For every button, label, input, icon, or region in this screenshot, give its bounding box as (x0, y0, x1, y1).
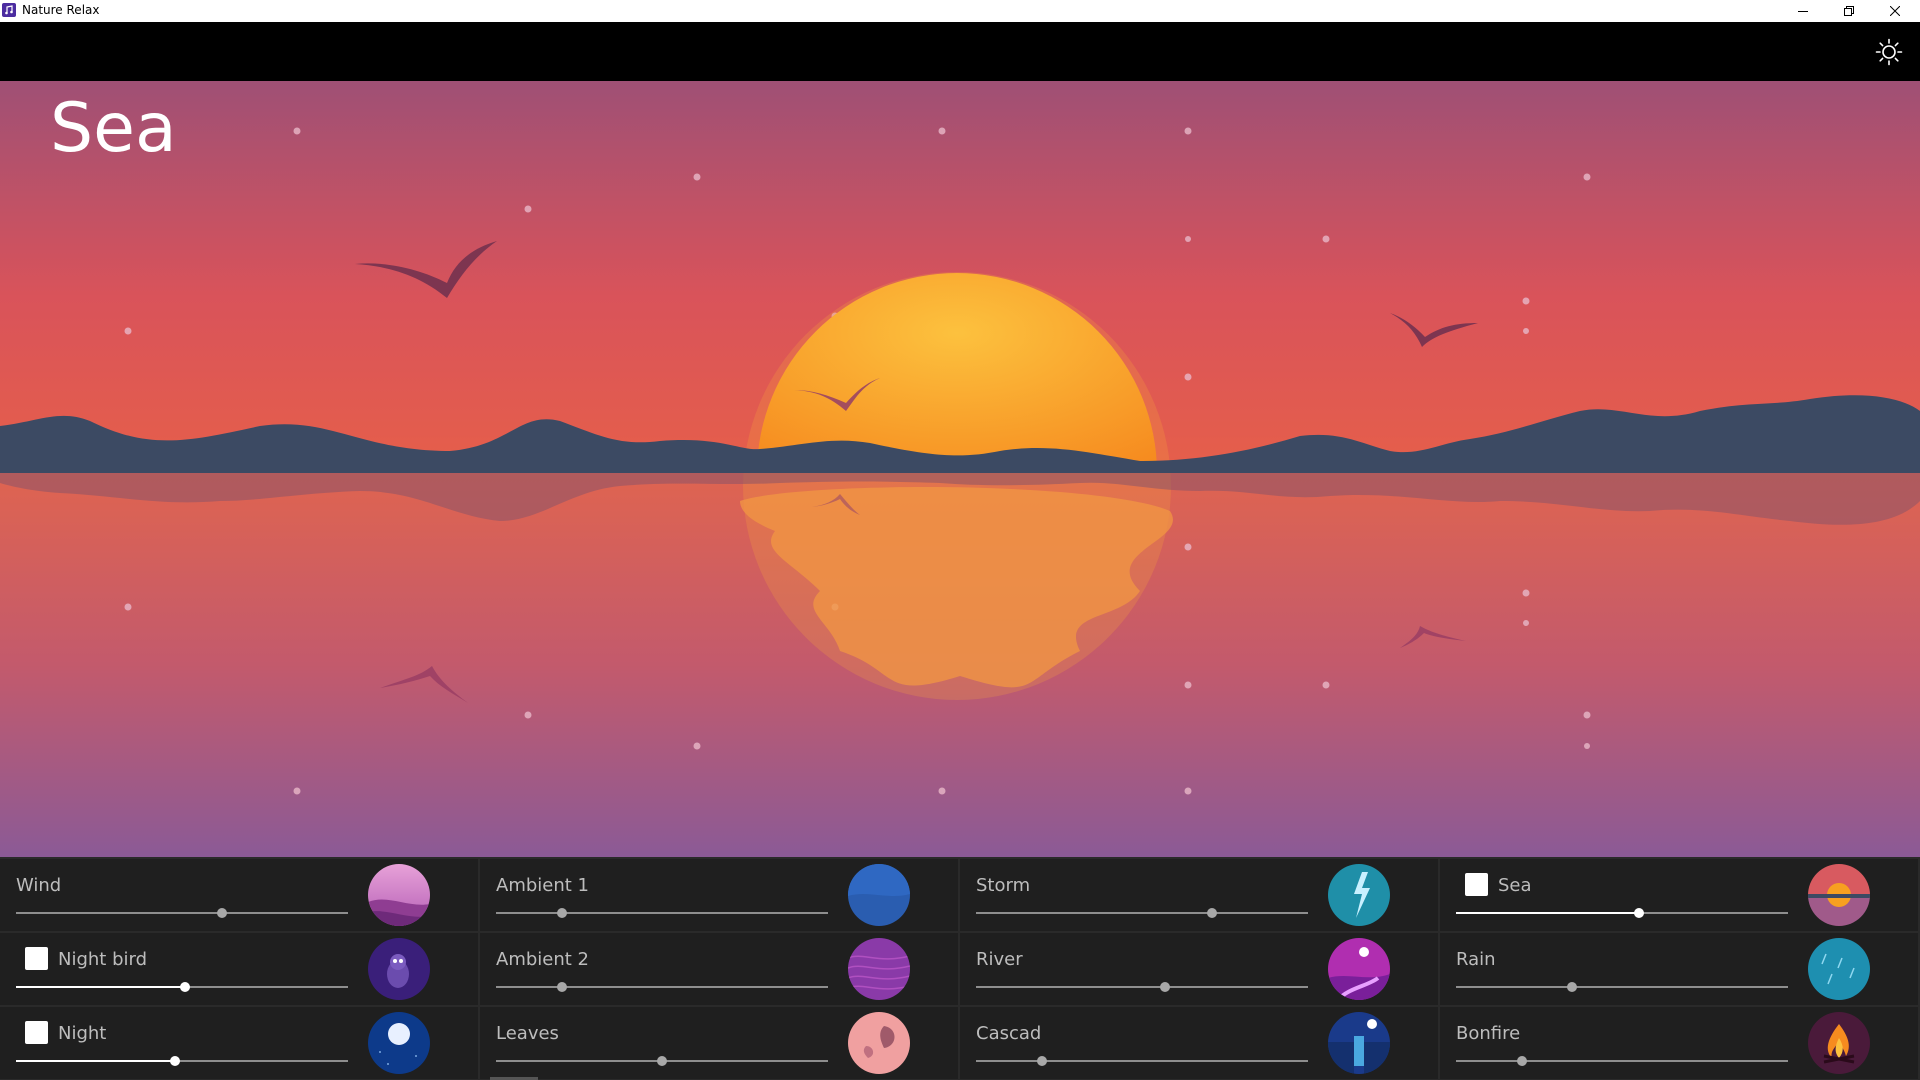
sound-mixer-panel: Wind Ambient 1 Storm Sea Night bird Ambient 2… (0, 857, 1920, 1080)
volume-slider[interactable] (1456, 982, 1788, 992)
window-title: Nature Relax (22, 3, 100, 17)
volume-slider-thumb[interactable] (657, 1056, 667, 1066)
app-icon (2, 3, 16, 17)
ambient1-thumbnail-icon[interactable] (848, 864, 910, 926)
volume-slider-thumb[interactable] (557, 982, 568, 992)
volume-slider-thumb[interactable] (170, 1056, 181, 1066)
sound-label: Wind (16, 875, 62, 896)
minimize-button[interactable] (1780, 0, 1826, 22)
sound-card-rain[interactable]: Rain (1440, 933, 1918, 1005)
volume-slider-thumb[interactable] (1633, 908, 1644, 918)
sun-icon (1875, 38, 1903, 66)
sound-card-sea[interactable]: Sea (1440, 859, 1918, 931)
river-thumbnail-icon[interactable] (1328, 938, 1390, 1000)
window-titlebar: Nature Relax (0, 0, 1920, 22)
sound-label: Night (58, 1023, 107, 1044)
sound-card-wind[interactable]: Wind (0, 859, 478, 931)
app-toolbar (0, 22, 1920, 81)
volume-slider[interactable] (976, 1056, 1308, 1066)
restore-button[interactable] (1826, 0, 1872, 22)
sound-label: Bonfire (1456, 1023, 1521, 1044)
sound-card-bonfire[interactable]: Bonfire (1440, 1007, 1918, 1079)
night-bird-thumbnail-icon[interactable] (368, 938, 430, 1000)
volume-slider[interactable] (496, 1056, 828, 1066)
sound-label: Cascad (976, 1023, 1042, 1044)
volume-slider-thumb[interactable] (216, 908, 227, 918)
sound-label: Ambient 2 (496, 949, 589, 970)
volume-slider-thumb[interactable] (1206, 908, 1217, 918)
sound-label: Night bird (58, 949, 148, 970)
volume-slider-thumb[interactable] (1037, 1056, 1048, 1066)
sound-label: Rain (1456, 949, 1496, 970)
bonfire-thumbnail-icon[interactable] (1808, 1012, 1870, 1074)
sound-card-nightbird[interactable]: Night bird (0, 933, 478, 1005)
sound-label: River (976, 949, 1023, 970)
sound-enable-checkbox[interactable] (1465, 873, 1488, 896)
volume-slider[interactable] (16, 1056, 348, 1066)
sound-card-night[interactable]: Night (0, 1007, 478, 1079)
rain-thumbnail-icon[interactable] (1808, 938, 1870, 1000)
sea-thumbnail-icon[interactable] (1808, 864, 1870, 926)
sound-card-ambient1[interactable]: Ambient 1 (480, 859, 958, 931)
ambient2-thumbnail-icon[interactable] (848, 938, 910, 1000)
wind-thumbnail-icon[interactable] (368, 864, 430, 926)
sound-enable-checkbox[interactable] (25, 947, 48, 970)
volume-slider[interactable] (496, 982, 828, 992)
night-thumbnail-icon[interactable] (368, 1012, 430, 1074)
scene-illustration: Sea (0, 81, 1920, 857)
sound-label: Leaves (496, 1023, 559, 1044)
sound-label: Ambient 1 (496, 875, 589, 896)
close-button[interactable] (1872, 0, 1918, 22)
close-icon (1890, 6, 1900, 16)
scene-title: Sea (50, 89, 177, 168)
volume-slider[interactable] (976, 982, 1308, 992)
volume-slider[interactable] (1456, 908, 1788, 918)
minimize-icon (1798, 11, 1808, 12)
sound-card-storm[interactable]: Storm (960, 859, 1438, 931)
volume-slider[interactable] (16, 982, 348, 992)
leaves-thumbnail-icon[interactable] (848, 1012, 910, 1074)
volume-slider-thumb[interactable] (1160, 982, 1171, 992)
theme-settings-button[interactable] (1872, 35, 1906, 69)
sound-card-river[interactable]: River (960, 933, 1438, 1005)
volume-slider[interactable] (496, 908, 828, 918)
volume-slider-thumb[interactable] (1567, 982, 1578, 992)
sound-enable-checkbox[interactable] (25, 1021, 48, 1044)
volume-slider-thumb[interactable] (1517, 1056, 1528, 1066)
storm-thumbnail-icon[interactable] (1328, 864, 1390, 926)
volume-slider[interactable] (1456, 1056, 1788, 1066)
cascade-thumbnail-icon[interactable] (1328, 1012, 1390, 1074)
sea-sunset-illustration (0, 81, 1920, 857)
volume-slider-thumb[interactable] (557, 908, 568, 918)
restore-icon (1844, 6, 1854, 16)
sound-card-leaves[interactable]: Leaves (480, 1007, 958, 1079)
volume-slider[interactable] (976, 908, 1308, 918)
sound-card-cascade[interactable]: Cascad (960, 1007, 1438, 1079)
sound-card-ambient2[interactable]: Ambient 2 (480, 933, 958, 1005)
sound-label: Sea (1498, 875, 1532, 896)
volume-slider[interactable] (16, 908, 348, 918)
sound-label: Storm (976, 875, 1031, 896)
volume-slider-thumb[interactable] (180, 982, 191, 992)
